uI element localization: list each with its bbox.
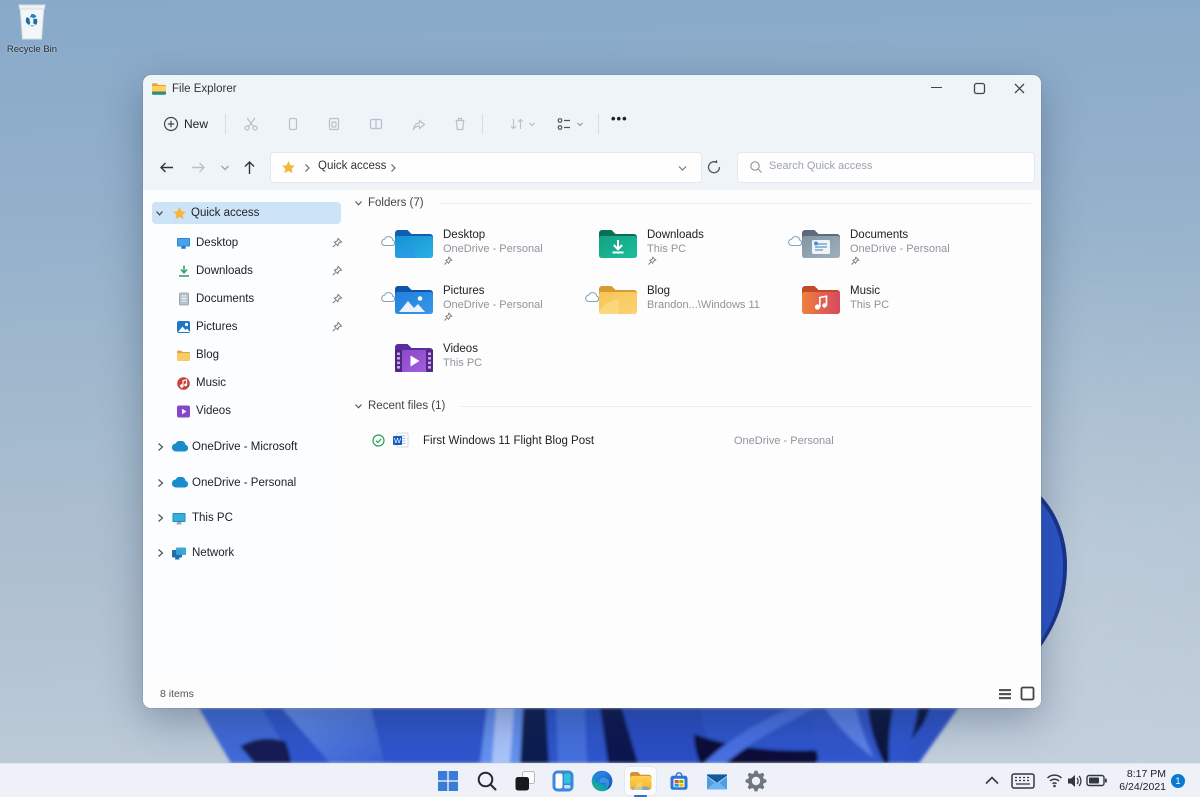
svg-text:W: W <box>394 436 402 445</box>
